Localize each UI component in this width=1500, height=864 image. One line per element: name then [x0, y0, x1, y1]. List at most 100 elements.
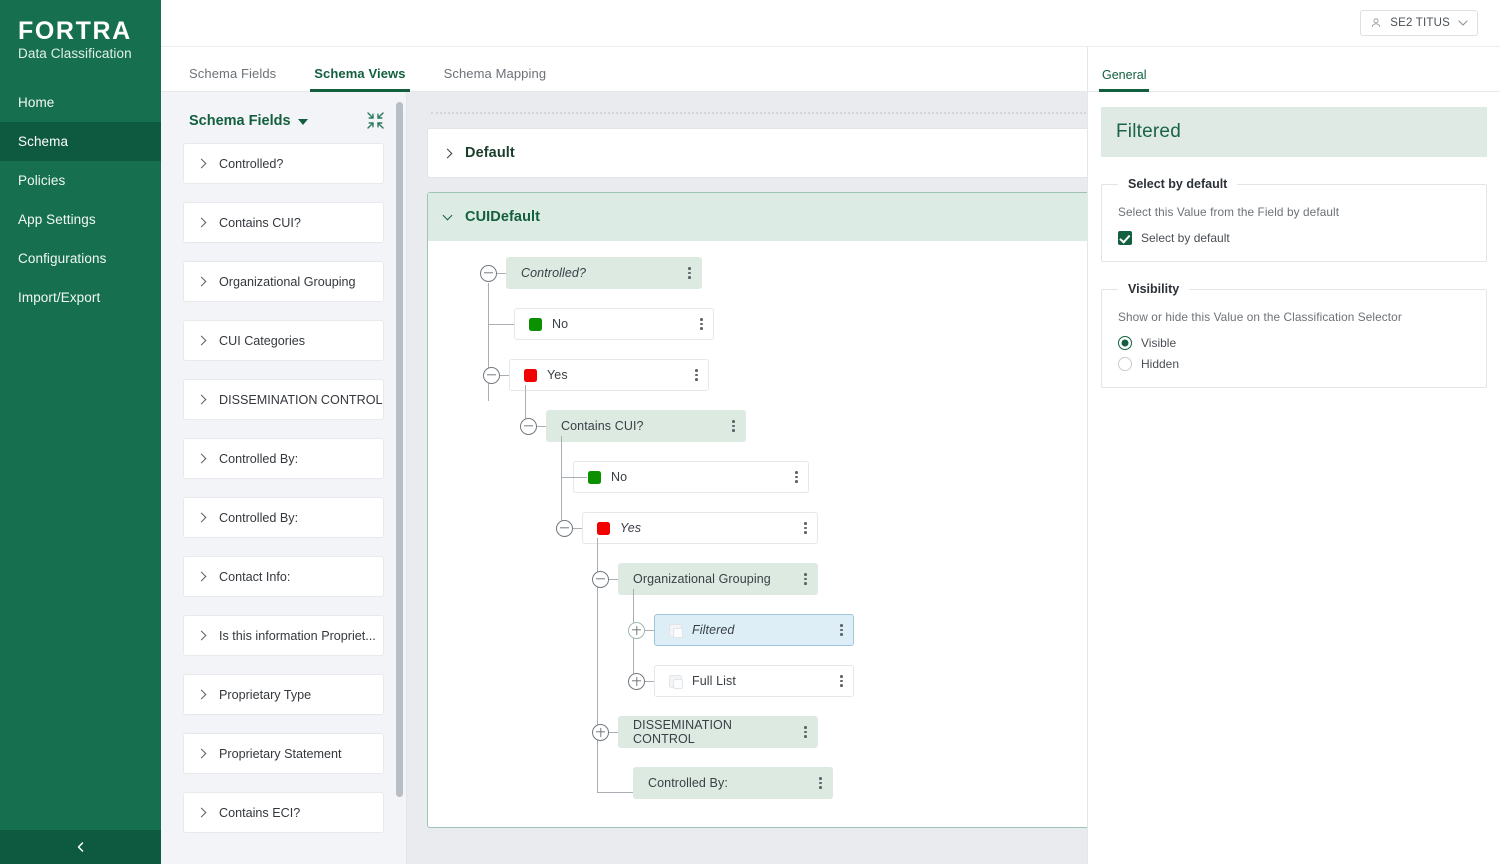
node-box[interactable]: Yes [509, 359, 709, 391]
node-box[interactable]: Contains CUI? [546, 410, 746, 442]
node-box[interactable]: Controlled By: [633, 767, 833, 799]
checkbox-icon[interactable] [1118, 231, 1132, 245]
color-swatch [597, 522, 610, 535]
sidebar-item-schema[interactable]: Schema [0, 122, 161, 161]
tree-node-controlled[interactable]: Controlled? [480, 257, 702, 289]
kebab-menu-icon[interactable] [700, 316, 703, 332]
tree-node-dissemination-control[interactable]: DISSEMINATION CONTROL [592, 716, 818, 748]
kebab-menu-icon[interactable] [732, 418, 735, 434]
user-menu-button[interactable]: SE2 TITUS [1360, 10, 1478, 36]
sidebar-item-app-settings[interactable]: App Settings [0, 200, 161, 239]
chevron-right-icon [197, 572, 207, 582]
list-item[interactable]: Contains CUI? [183, 202, 384, 243]
node-box[interactable]: No [573, 461, 809, 493]
brand-subtitle: Data Classification [18, 46, 161, 61]
node-box[interactable]: Yes [582, 512, 818, 544]
sidebar-collapse-button[interactable] [0, 830, 161, 864]
sidebar-item-import-export[interactable]: Import/Export [0, 278, 161, 317]
node-label: Controlled? [521, 266, 586, 280]
sidebar-item-configurations[interactable]: Configurations [0, 239, 161, 278]
collapse-toggle-icon[interactable] [520, 418, 537, 435]
chevron-down-icon[interactable] [443, 211, 453, 221]
expand-toggle-icon[interactable] [592, 724, 609, 741]
select-by-default-checkbox-row[interactable]: Select by default [1118, 231, 1470, 245]
value-swatch-icon [669, 624, 682, 637]
kebab-menu-icon[interactable] [688, 265, 691, 281]
tree-node-controlled-by[interactable]: Controlled By: [633, 767, 833, 799]
collapse-all-button[interactable] [367, 112, 384, 129]
list-item[interactable]: Controlled? [183, 143, 384, 184]
schema-fields-dropdown[interactable]: Schema Fields [189, 113, 308, 129]
value-swatch-icon [669, 675, 682, 688]
radio-icon[interactable] [1118, 357, 1132, 371]
page-title: Filtered [1116, 121, 1181, 143]
tree-node-contains-cui[interactable]: Contains CUI? [520, 410, 746, 442]
list-item[interactable]: Is this information Propriet... [183, 615, 384, 656]
tab-schema-fields[interactable]: Schema Fields [189, 66, 276, 91]
tree-node-filtered[interactable]: Filtered [628, 614, 854, 646]
node-box[interactable]: Organizational Grouping [618, 563, 818, 595]
kebab-menu-icon[interactable] [795, 469, 798, 485]
kebab-menu-icon[interactable] [819, 775, 822, 791]
expand-toggle-icon[interactable] [628, 622, 645, 639]
collapse-toggle-icon[interactable] [556, 520, 573, 537]
chevron-right-icon[interactable] [443, 148, 453, 158]
list-item[interactable]: DISSEMINATION CONTROL [183, 379, 384, 420]
tree-connector [645, 681, 654, 682]
kebab-menu-icon[interactable] [840, 622, 843, 638]
schema-fields-panel: Schema Fields [161, 92, 407, 864]
node-box[interactable]: No [514, 308, 714, 340]
node-box[interactable]: Controlled? [506, 257, 702, 289]
field-label: Controlled By: [219, 452, 298, 466]
list-item[interactable]: Organizational Grouping [183, 261, 384, 302]
node-box[interactable]: DISSEMINATION CONTROL [618, 716, 818, 748]
view-title: CUIDefault [465, 209, 540, 225]
collapse-toggle-icon[interactable] [483, 367, 500, 384]
list-item[interactable]: Contact Info: [183, 556, 384, 597]
list-item[interactable]: Contains ECI? [183, 792, 384, 833]
list-item[interactable]: Proprietary Statement [183, 733, 384, 774]
list-item[interactable]: CUI Categories [183, 320, 384, 361]
node-label: Organizational Grouping [633, 572, 771, 586]
radio-icon[interactable] [1118, 336, 1132, 350]
list-item[interactable]: Controlled By: [183, 497, 384, 538]
node-box[interactable]: Filtered [654, 614, 854, 646]
visibility-group: Visibility Show or hide this Value on th… [1101, 282, 1487, 388]
collapse-all-icon [367, 112, 384, 129]
field-label: Contains CUI? [219, 216, 301, 230]
brand-block: FORTRA Data Classification [0, 0, 161, 61]
fields-scrollbar-thumb[interactable] [396, 102, 403, 797]
list-item[interactable]: Controlled By: [183, 438, 384, 479]
tree-node-full-list[interactable]: Full List [628, 665, 854, 697]
visibility-option-hidden[interactable]: Hidden [1118, 357, 1470, 371]
node-box[interactable]: Full List [654, 665, 854, 697]
sidebar-item-policies[interactable]: Policies [0, 161, 161, 200]
chevron-right-icon [197, 454, 207, 464]
kebab-menu-icon[interactable] [695, 367, 698, 383]
field-label: Organizational Grouping [219, 275, 356, 289]
kebab-menu-icon[interactable] [804, 724, 807, 740]
collapse-toggle-icon[interactable] [592, 571, 609, 588]
collapse-toggle-icon[interactable] [480, 265, 497, 282]
tree-node-organizational-grouping[interactable]: Organizational Grouping [592, 563, 818, 595]
list-item[interactable]: Proprietary Type [183, 674, 384, 715]
expand-toggle-icon[interactable] [628, 673, 645, 690]
node-label: Contains CUI? [561, 419, 644, 433]
node-label: Yes [547, 368, 568, 382]
kebab-menu-icon[interactable] [840, 673, 843, 689]
tab-schema-views[interactable]: Schema Views [314, 66, 405, 91]
field-label: DISSEMINATION CONTROL [219, 393, 383, 407]
kebab-menu-icon[interactable] [804, 571, 807, 587]
tree-node-no[interactable]: No [514, 308, 714, 340]
chevron-down-icon [1458, 19, 1468, 27]
kebab-menu-icon[interactable] [804, 520, 807, 536]
radio-label: Hidden [1141, 357, 1179, 371]
properties-panel: General Filtered Select by default Selec… [1087, 47, 1500, 864]
visibility-option-visible[interactable]: Visible [1118, 336, 1470, 350]
tree-node-yes[interactable]: Yes [556, 512, 818, 544]
tab-schema-mapping[interactable]: Schema Mapping [444, 66, 547, 91]
tree-node-no[interactable]: No [573, 461, 809, 493]
sidebar-item-home[interactable]: Home [0, 83, 161, 122]
tab-general[interactable]: General [1102, 68, 1146, 91]
tree-node-yes[interactable]: Yes [483, 359, 709, 391]
